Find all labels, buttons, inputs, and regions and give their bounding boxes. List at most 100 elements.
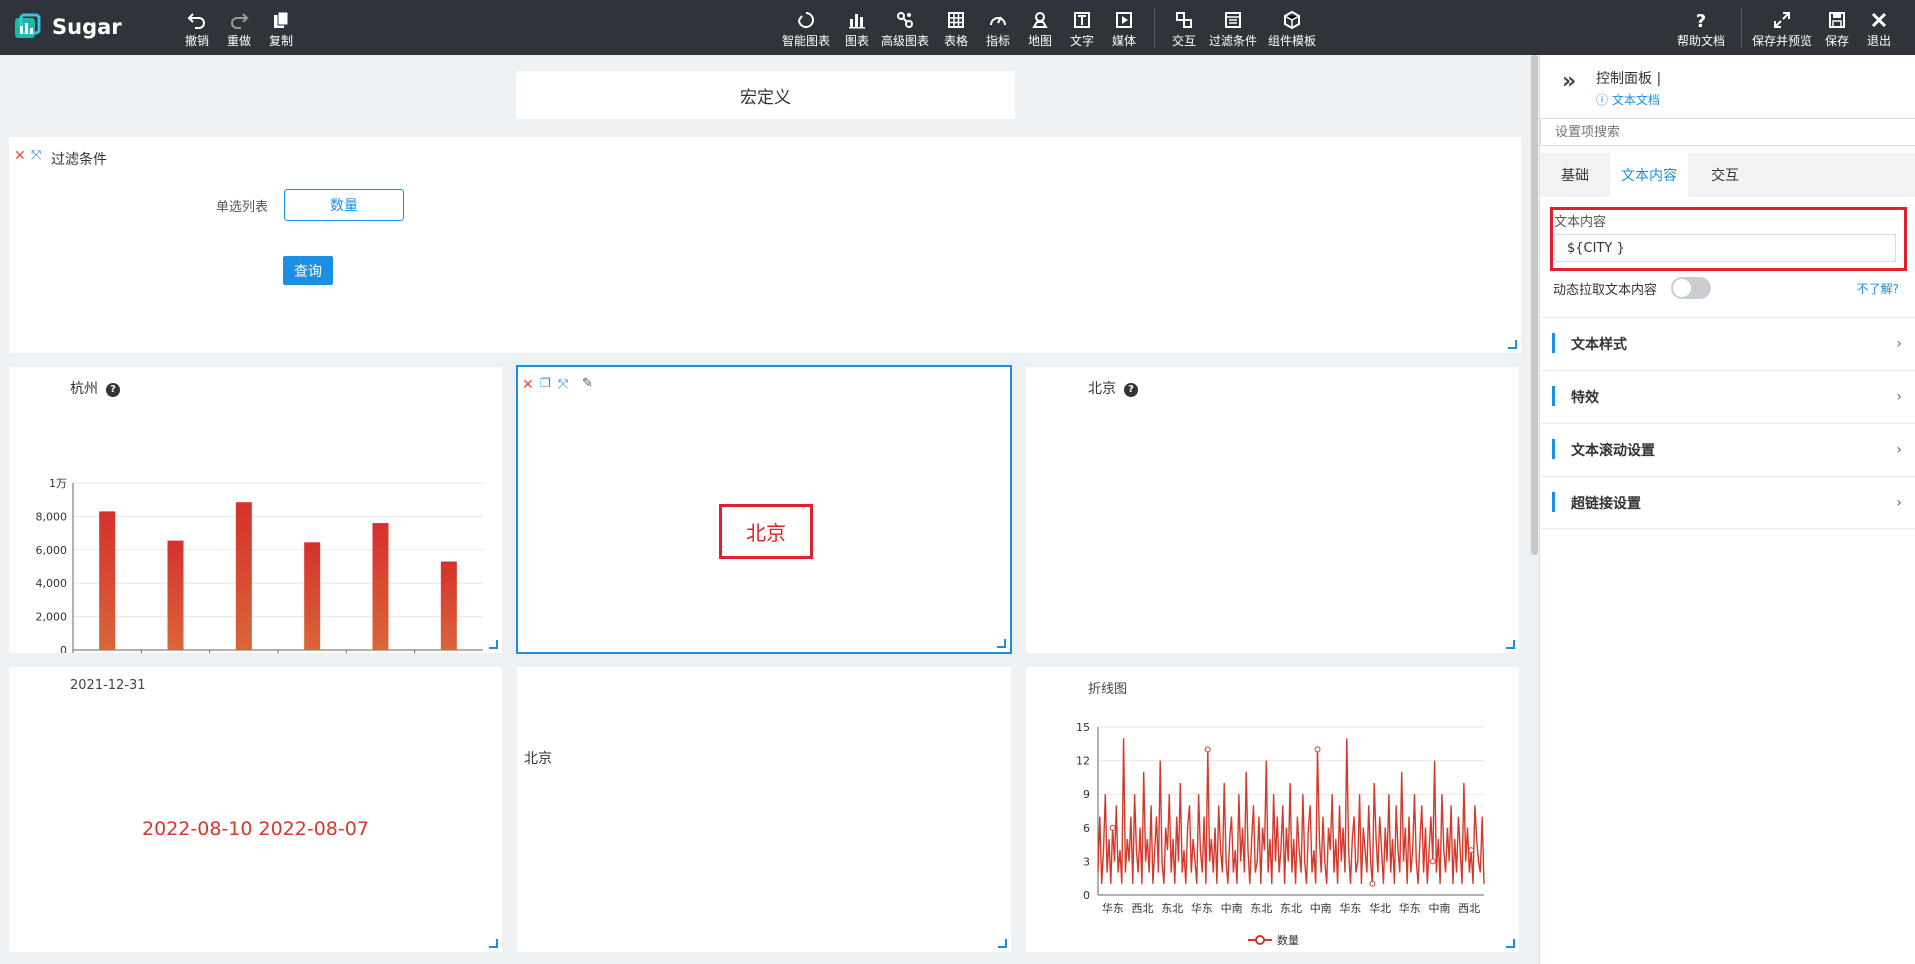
exit-label: 退出 [1867,34,1892,48]
resize-handle[interactable] [998,939,1007,948]
chevron-right-icon: › [1896,389,1902,405]
advanced-chart-button[interactable]: 高级图表 [881,10,929,49]
query-button[interactable]: 查询 [283,256,333,285]
redo-button[interactable]: 重做 [227,10,251,49]
undo-icon [187,13,205,29]
selected-city-text: 北京 [719,504,813,559]
date-range-text: 2022-08-10 2022-08-07 [142,818,369,840]
resize-handle[interactable] [489,640,498,649]
line-chart: 03691215华东 西北 东北 华东 中南 东北 东北 中南 华东 华北 华东 中南 西北数量 [1076,721,1485,947]
edit-pencil-icon[interactable]: ✎ [582,376,593,391]
y-tick-label: 6,000 [36,544,68,557]
resize-handle[interactable] [997,639,1006,648]
metric-button[interactable]: 指标 [986,10,1010,49]
control-panel-header: » 控制面板 | ⓘ 文本文档 [1540,55,1915,110]
toolbar-divider [1154,8,1155,48]
canvas-scrollbar[interactable] [1531,55,1538,555]
single-select-dropdown[interactable]: 数量 [284,189,404,221]
filter-panel[interactable]: ✕ ⤧ 过滤条件 单选列表 数量 查询 [9,137,1521,353]
table-button[interactable]: 表格 [944,10,968,49]
fullscreen-icon[interactable]: ⤧ [558,377,568,392]
chart-button[interactable]: 图表 [845,10,869,49]
macro-title-panel[interactable]: 宏定义 [516,71,1015,119]
plain-city-text: 北京 [524,751,552,767]
save-preview-button[interactable]: 保存并预览 [1752,10,1812,49]
date-text-panel[interactable]: 2021-12-31 2022-08-10 2022-08-07 [9,667,502,952]
section-effects[interactable]: 特效 › [1540,370,1915,423]
question-icon[interactable]: ? [1124,383,1138,397]
copy-label: 复制 [269,34,294,48]
save-button[interactable]: 保存 [1825,10,1849,49]
toolbar-divider [1741,8,1742,48]
copy-icon [274,11,289,28]
help-label: 帮助文档 [1677,34,1726,48]
help-button[interactable]: ? 帮助文档 [1677,10,1725,49]
fullscreen-icon[interactable]: ⤧ [31,148,41,163]
plain-text-panel[interactable]: 北京 [517,667,1011,952]
learn-more-link[interactable]: 不了解? [1857,280,1899,297]
y-tick-label: 8,000 [36,510,68,523]
media-play-icon [1116,12,1132,28]
delete-icon[interactable]: ✕ [14,148,26,164]
x-tick-label: 华东 [1191,901,1213,915]
advanced-chart-icon [897,12,913,28]
smart-chart-button[interactable]: 智能图表 [782,10,830,49]
tab-basic[interactable]: 基础 [1540,153,1610,197]
filter-button[interactable]: 过滤条件 [1209,10,1257,49]
gauge-icon [990,16,1006,26]
bar-chart: 02,0004,0006,0008,0001万苹果三星华为oppovivo小米2… [36,477,483,653]
data-point [1109,824,1116,831]
text-content-input[interactable] [1554,234,1896,262]
y-tick-label: 9 [1083,788,1090,801]
tab-text-content[interactable]: 文本内容 [1610,153,1688,197]
selected-text-panel[interactable]: ✕ ❐ ⤧ ✎ 北京 [516,365,1012,654]
resize-handle[interactable] [1508,340,1517,349]
data-point [1314,746,1321,753]
x-tick-label: 华东 [1102,901,1124,915]
y-tick-label: 12 [1076,755,1090,768]
settings-search-input[interactable] [1540,118,1915,146]
section-text-style[interactable]: 文本样式 › [1540,317,1915,370]
tab-interaction[interactable]: 交互 [1688,153,1762,197]
resize-handle[interactable] [489,939,498,948]
section-hyperlink-settings[interactable]: 超链接设置 › [1540,476,1915,529]
section-scroll-settings[interactable]: 文本滚动设置 › [1540,423,1915,476]
section-label: 文本滚动设置 [1571,443,1655,459]
bar-chart-panel[interactable]: 杭州? 02,0004,0006,0008,0001万苹果三星华为oppoviv… [9,367,502,653]
x-tick-label: 中南 [1310,902,1332,915]
x-tick-label: 东北 [1280,902,1302,915]
template-button[interactable]: 组件模板 [1268,10,1316,49]
metric-label: 指标 [986,34,1011,48]
copy-button[interactable]: 复制 [269,10,293,49]
dynamic-text-label: 动态拉取文本内容 [1553,283,1658,298]
copy-component-icon[interactable]: ❐ [540,376,551,390]
close-icon [1871,12,1887,28]
y-tick-label: 0 [1083,889,1090,902]
advanced-chart-label: 高级图表 [881,34,930,48]
interact-button[interactable]: 交互 [1172,10,1196,49]
redo-icon [231,13,249,29]
line-chart-panel[interactable]: 折线图 0 3 6 9 12 15 华东 西北 东北 华东 中南 东北 东北 中南 华东 华北 华东 中南 西北 数量 [1026,667,1519,952]
interact-icon [1176,12,1192,28]
beijing-text-panel[interactable]: 北京? [1026,367,1519,653]
x-tick-label: 中南 [1428,902,1450,915]
map-button[interactable]: 地图 [1028,10,1052,49]
text-doc-link[interactable]: ⓘ 文本文档 [1596,91,1660,108]
chevron-right-icon: › [1896,494,1902,511]
resize-handle[interactable] [1506,939,1515,948]
sugar-logo-icon [15,13,41,38]
bar [167,540,184,650]
dynamic-text-toggle[interactable] [1671,277,1711,299]
data-point [1429,858,1436,865]
save-icon [1829,12,1845,28]
resize-handle[interactable] [1506,640,1515,649]
delete-icon[interactable]: ✕ [522,377,534,393]
collapse-chevrons-icon[interactable]: » [1562,69,1576,94]
exit-button[interactable]: 退出 [1867,10,1891,49]
x-tick-label: 华东 [1399,901,1421,915]
undo-button[interactable]: 撤销 [185,10,209,49]
text-button[interactable]: 文字 [1070,10,1094,49]
media-button[interactable]: 媒体 [1112,10,1136,49]
control-panel-title: 控制面板 | [1596,71,1662,87]
x-tick-label: 东北 [1161,902,1183,915]
